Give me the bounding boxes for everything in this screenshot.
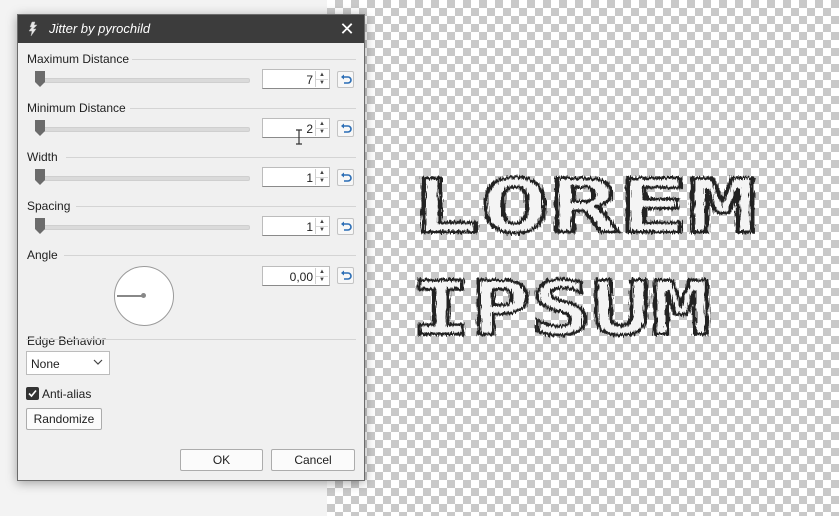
min-distance-reset-button[interactable] bbox=[337, 120, 354, 137]
close-icon[interactable]: ✕ bbox=[336, 18, 358, 40]
text-cursor-icon bbox=[296, 129, 302, 145]
canvas-text-line2: IPSUM bbox=[411, 266, 711, 352]
angle-value: 0,00 bbox=[289, 270, 313, 284]
canvas-text-line1: LOREM bbox=[411, 164, 757, 250]
jitter-dialog: Jitter by pyrochild ✕ Maximum Distance 7… bbox=[17, 14, 365, 481]
spin-down-icon[interactable]: ▼ bbox=[316, 276, 328, 284]
angle-reset-button[interactable] bbox=[337, 267, 354, 284]
edge-behavior-value: None bbox=[31, 357, 60, 371]
reset-arrow-icon bbox=[341, 221, 352, 231]
edge-behavior-select[interactable]: None bbox=[26, 351, 110, 375]
antialias-checkbox[interactable] bbox=[26, 387, 39, 400]
reset-arrow-icon bbox=[341, 270, 352, 280]
width-input[interactable]: 1 ▲ ▼ bbox=[262, 167, 330, 187]
angle-dial[interactable] bbox=[114, 266, 174, 326]
min-distance-slider[interactable] bbox=[38, 127, 250, 132]
spin-down-icon[interactable]: ▼ bbox=[316, 128, 328, 136]
max-distance-slider-thumb[interactable] bbox=[34, 70, 46, 88]
divider bbox=[64, 255, 356, 256]
max-distance-slider[interactable] bbox=[38, 78, 250, 83]
min-distance-spinner[interactable]: ▲ ▼ bbox=[315, 120, 328, 136]
reset-arrow-icon bbox=[341, 74, 352, 84]
jitter-app-icon bbox=[28, 21, 38, 37]
spin-down-icon[interactable]: ▼ bbox=[316, 226, 328, 234]
chevron-down-icon bbox=[93, 359, 103, 365]
edge-behavior-label: Edge Behavior bbox=[27, 334, 106, 348]
spacing-input[interactable]: 1 ▲ ▼ bbox=[262, 216, 330, 236]
min-distance-value: 2 bbox=[306, 122, 313, 136]
spacing-slider-thumb[interactable] bbox=[34, 217, 46, 235]
width-spinner[interactable]: ▲ ▼ bbox=[315, 169, 328, 185]
reset-arrow-icon bbox=[341, 123, 352, 133]
spacing-reset-button[interactable] bbox=[337, 218, 354, 235]
width-value: 1 bbox=[306, 171, 313, 185]
dialog-title: Jitter by pyrochild bbox=[49, 21, 151, 36]
max-distance-spinner[interactable]: ▲ ▼ bbox=[315, 71, 328, 87]
cancel-button[interactable]: Cancel bbox=[271, 449, 355, 471]
angle-label: Angle bbox=[27, 248, 58, 262]
angle-spinner[interactable]: ▲ ▼ bbox=[315, 268, 328, 284]
dialog-titlebar[interactable]: Jitter by pyrochild ✕ bbox=[18, 15, 364, 43]
image-canvas[interactable]: LOREM IPSUM bbox=[327, 0, 839, 516]
spacing-value: 1 bbox=[306, 220, 313, 234]
antialias-label[interactable]: Anti-alias bbox=[42, 387, 91, 401]
randomize-button[interactable]: Randomize bbox=[26, 408, 102, 430]
spacing-label: Spacing bbox=[27, 199, 71, 213]
ok-button[interactable]: OK bbox=[180, 449, 263, 471]
spacing-slider[interactable] bbox=[38, 225, 250, 230]
divider bbox=[132, 59, 356, 60]
angle-input[interactable]: 0,00 ▲ ▼ bbox=[262, 266, 330, 286]
max-distance-reset-button[interactable] bbox=[337, 71, 354, 88]
min-distance-slider-thumb[interactable] bbox=[34, 119, 46, 137]
max-distance-input[interactable]: 7 ▲ ▼ bbox=[262, 69, 330, 89]
width-label: Width bbox=[27, 150, 58, 164]
angle-dial-hub bbox=[141, 293, 146, 298]
spin-down-icon[interactable]: ▼ bbox=[316, 79, 328, 87]
checkmark-icon bbox=[28, 389, 37, 398]
width-slider-thumb[interactable] bbox=[34, 168, 46, 186]
spacing-spinner[interactable]: ▲ ▼ bbox=[315, 218, 328, 234]
width-reset-button[interactable] bbox=[337, 169, 354, 186]
max-distance-label: Maximum Distance bbox=[27, 52, 130, 66]
width-slider[interactable] bbox=[38, 176, 250, 181]
spin-down-icon[interactable]: ▼ bbox=[316, 177, 328, 185]
divider bbox=[76, 206, 356, 207]
divider bbox=[66, 157, 356, 158]
divider bbox=[26, 339, 356, 340]
reset-arrow-icon bbox=[341, 172, 352, 182]
jittered-text-art: LOREM IPSUM bbox=[410, 163, 759, 354]
max-distance-value: 7 bbox=[306, 73, 313, 87]
divider bbox=[130, 108, 356, 109]
min-distance-label: Minimum Distance bbox=[27, 101, 126, 115]
